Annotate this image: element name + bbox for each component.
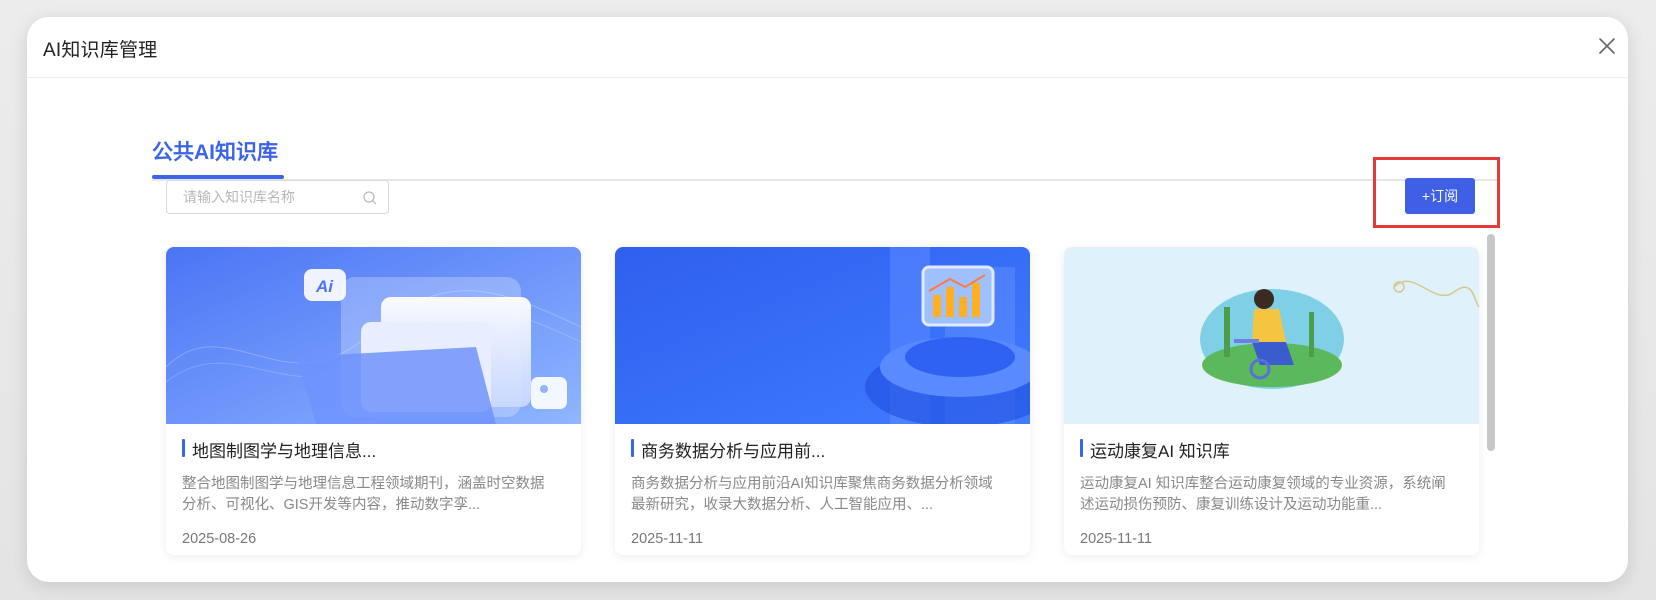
card-description: 运动康复AI 知识库整合运动康复领域的专业资源，系统阐述运动损伤预防、康复训练设… [1080, 476, 1446, 513]
card-date: 2025-11-11 [631, 531, 704, 547]
card-title: 地图制图学与地理信息... [182, 437, 572, 462]
knowledge-base-card[interactable]: Ai 地图制图学与地理信息... 整合地图制图学与地理信息工程领域期刊，涵盖时空… [166, 247, 581, 555]
card-date: 2025-11-11 [1080, 531, 1153, 547]
card-image-ai-folder: Ai [166, 247, 581, 424]
card-date: 2025-08-26 [182, 531, 257, 547]
knowledge-base-card[interactable]: 运动康复AI 知识库 运动康复AI 知识库整合运动康复领域的专业资源，系统阐述运… [1064, 247, 1479, 555]
dialog-title: AI知识库管理 [43, 40, 158, 61]
card-title: 商务数据分析与应用前... [631, 437, 1021, 462]
knowledge-base-card[interactable]: 商务数据分析与应用前... 商务数据分析与应用前沿AI知识库聚焦商务数据分析领域… [615, 247, 1030, 555]
card-title: 运动康复AI 知识库 [1080, 437, 1470, 462]
knowledge-base-dialog: AI知识库管理 公共AI知识库 +订阅 [27, 17, 1628, 582]
card-image-data-analytics [615, 247, 1030, 424]
tab-bar: 公共AI知识库 [152, 117, 1497, 181]
close-button[interactable] [1596, 35, 1618, 57]
active-tab-indicator [152, 175, 284, 179]
dialog-header: AI知识库管理 [27, 17, 1628, 78]
card-description: 整合地图制图学与地理信息工程领域期刊，涵盖时空数据分析、可视化、GIS开发等内容… [182, 476, 545, 513]
subscribe-button[interactable]: +订阅 [1405, 178, 1475, 214]
card-description: 商务数据分析与应用前沿AI知识库聚焦商务数据分析领域最新研究，收录大数据分析、人… [631, 476, 993, 513]
card-image-rehab-cycling [1064, 247, 1479, 424]
search-icon[interactable] [362, 190, 378, 206]
svg-text:Ai: Ai [315, 277, 334, 296]
search-input[interactable] [167, 181, 373, 213]
tab-public-ai-knowledge-base[interactable]: 公共AI知识库 [152, 136, 278, 176]
scrollbar-thumb[interactable] [1487, 234, 1495, 451]
search-box [166, 180, 389, 214]
close-icon [1599, 38, 1615, 54]
